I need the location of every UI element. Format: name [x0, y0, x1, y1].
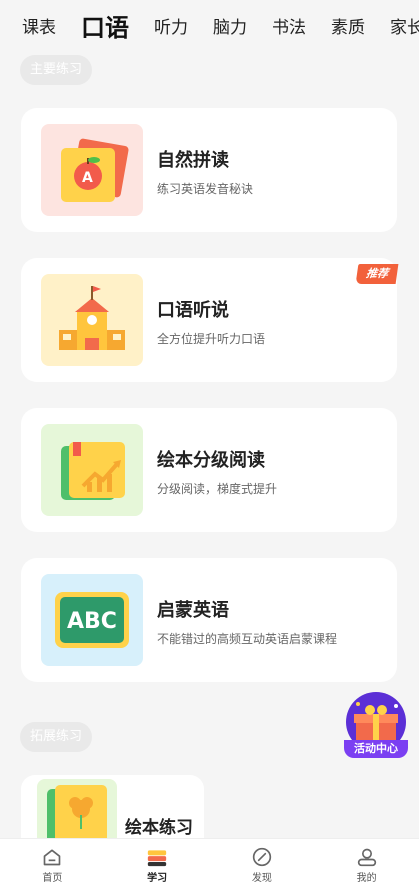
category-tabs: 课表 口语 听力 脑力 书法 素质 家长 — [0, 0, 419, 50]
card-phonics[interactable]: A 自然拼读 练习英语发音秘诀 — [21, 108, 397, 232]
tab-parents[interactable]: 家长 — [390, 13, 419, 38]
apple-flashcard-icon: A — [41, 124, 143, 216]
nav-label: 发现 — [251, 873, 272, 884]
card-title: 绘本分级阅读 — [157, 450, 265, 471]
tab-listening[interactable]: 听力 — [154, 13, 188, 38]
section-label-main: 主要练习 — [20, 55, 93, 85]
card-subtitle: 不能错过的高频互动英语启蒙课程 — [157, 632, 338, 646]
nav-label: 我的 — [356, 873, 377, 884]
abc-board-text: ABC — [67, 609, 117, 634]
activity-center-button[interactable]: 活动中心 — [344, 692, 408, 758]
nav-home[interactable]: 首页 — [0, 839, 105, 884]
section-label-extended: 拓展练习 — [20, 722, 93, 752]
card-title: 启蒙英语 — [157, 600, 229, 621]
tab-schedule[interactable]: 课表 — [22, 13, 56, 38]
tab-quality[interactable]: 素质 — [331, 13, 365, 38]
flower-book-icon — [37, 779, 117, 845]
card-speaking-listening[interactable]: 推荐 口语听说 全方位提升听力口语 — [21, 258, 399, 382]
school-building-icon — [41, 274, 143, 366]
home-icon — [44, 849, 61, 866]
nav-discover[interactable]: 发现 — [210, 839, 315, 884]
card-subtitle: 分级阅读，梯度式提升 — [157, 482, 278, 496]
nav-label: 首页 — [42, 873, 63, 884]
tab-calligraphy[interactable]: 书法 — [272, 13, 306, 38]
card-title: 自然拼读 — [157, 150, 229, 171]
tab-speaking[interactable]: 口语 — [81, 8, 129, 43]
card-subtitle: 全方位提升听力口语 — [157, 332, 266, 346]
nav-mine[interactable]: 我的 — [314, 839, 419, 884]
growth-book-icon — [41, 424, 143, 516]
profile-icon — [357, 848, 376, 867]
nav-label: 学习 — [147, 873, 168, 884]
abc-board-icon: ABC — [41, 574, 143, 666]
card-english-enlightenment[interactable]: ABC 启蒙英语 不能错过的高频互动英语启蒙课程 — [21, 558, 397, 682]
svg-text:A: A — [82, 170, 93, 186]
bottom-nav: 首页 学习 发现 我的 — [0, 838, 419, 884]
tab-brain[interactable]: 脑力 — [213, 13, 247, 38]
card-subtitle: 练习英语发音秘诀 — [157, 182, 254, 196]
activity-center-label: 活动中心 — [344, 740, 408, 758]
card-picture-book-practice[interactable]: 绘本练习 — [21, 775, 204, 845]
compass-icon — [252, 847, 272, 867]
card-graded-reading[interactable]: 绘本分级阅读 分级阅读，梯度式提升 — [21, 408, 397, 532]
books-icon — [147, 850, 167, 867]
recommend-badge: 推荐 — [355, 264, 399, 284]
card-title: 绘本练习 — [125, 818, 193, 838]
nav-study[interactable]: 学习 — [105, 839, 210, 884]
card-title: 口语听说 — [157, 300, 229, 321]
